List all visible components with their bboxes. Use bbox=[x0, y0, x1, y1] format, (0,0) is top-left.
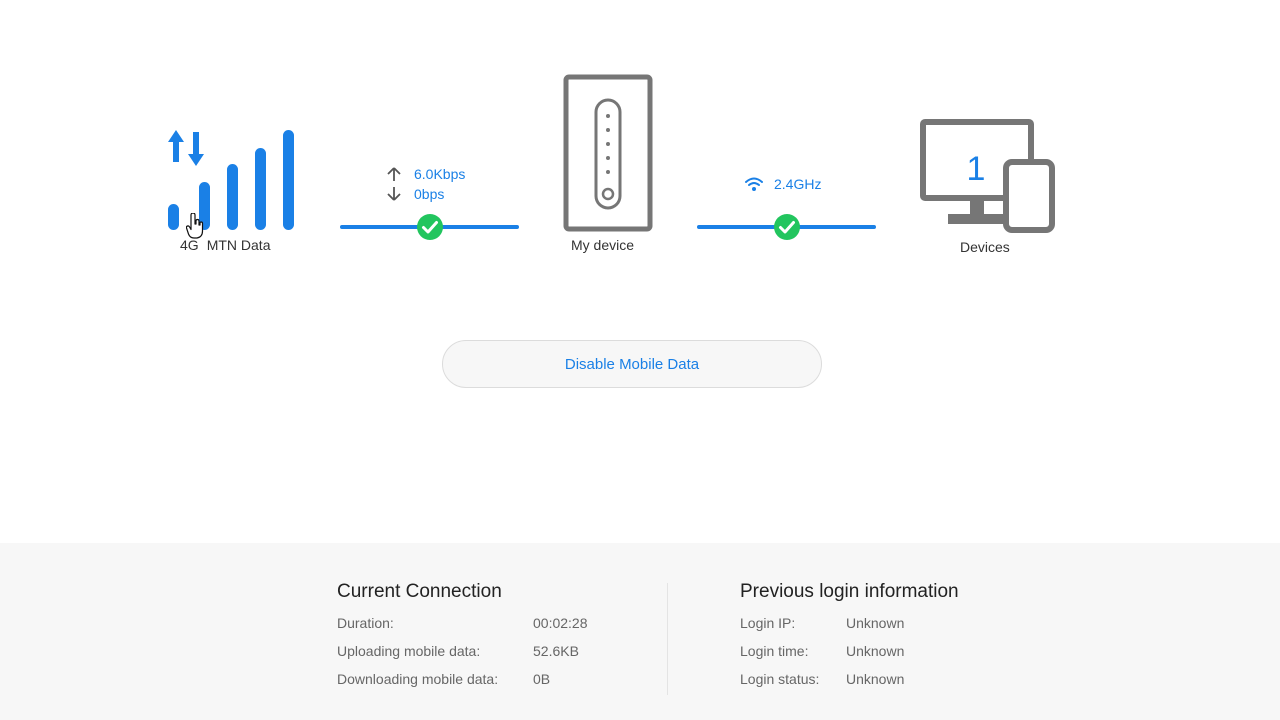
hand-cursor-icon bbox=[185, 212, 204, 239]
current-connection-title: Current Connection bbox=[337, 581, 502, 602]
network-label: 4G MTN Data bbox=[180, 237, 270, 253]
devices-count: 1 bbox=[966, 150, 986, 188]
login-ip-value: Unknown bbox=[846, 615, 905, 631]
devices-label: Devices bbox=[960, 239, 1010, 255]
login-status-label: Login status: bbox=[740, 671, 820, 687]
operator-name: MTN Data bbox=[206, 237, 271, 253]
router-icon bbox=[563, 74, 653, 232]
disable-mobile-data-button[interactable]: Disable Mobile Data bbox=[442, 340, 822, 388]
info-footer bbox=[0, 543, 1280, 720]
router-label: My device bbox=[571, 237, 635, 253]
upload-speed: 6.0Kbps bbox=[414, 166, 466, 182]
download-speed-row: 0bps bbox=[386, 186, 444, 202]
downloading-data-label: Downloading mobile data: bbox=[337, 671, 499, 687]
download-speed: 0bps bbox=[414, 186, 445, 202]
uploading-data-label: Uploading mobile data: bbox=[337, 643, 481, 659]
login-status-value: Unknown bbox=[846, 671, 905, 687]
login-ip-label: Login IP: bbox=[740, 615, 796, 631]
duration-label: Duration: bbox=[337, 615, 394, 631]
duration-value: 00:02:28 bbox=[533, 615, 588, 631]
wifi-band-row: 2.4GHz bbox=[744, 176, 821, 192]
panel-divider bbox=[667, 583, 668, 695]
wifi-icon bbox=[744, 176, 764, 192]
arrow-up-icon bbox=[386, 166, 402, 182]
check-circle-icon bbox=[773, 213, 801, 241]
login-time-value: Unknown bbox=[846, 643, 905, 659]
uploading-data-value: 52.6KB bbox=[533, 643, 579, 659]
previous-login-title: Previous login information bbox=[740, 581, 959, 602]
devices-icon bbox=[918, 118, 1058, 234]
login-time-label: Login time: bbox=[740, 643, 809, 659]
downloading-data-value: 0B bbox=[533, 671, 551, 687]
wifi-band: 2.4GHz bbox=[774, 176, 822, 192]
upload-speed-row: 6.0Kbps bbox=[386, 166, 465, 182]
check-circle-icon bbox=[416, 213, 444, 241]
network-type: 4G bbox=[180, 237, 199, 253]
arrow-down-icon bbox=[386, 186, 402, 202]
